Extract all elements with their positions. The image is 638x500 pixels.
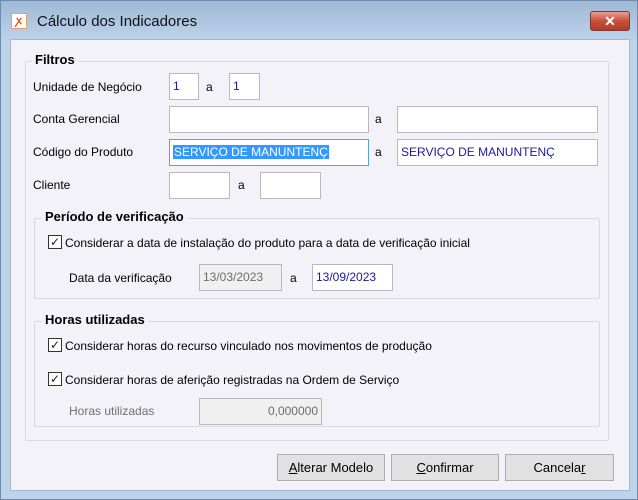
cliente-to-input[interactable]	[260, 172, 321, 199]
produto-to-input[interactable]: SERVIÇO DE MANUNTENÇ	[397, 139, 598, 166]
range-separator: a	[206, 80, 213, 94]
horas-afericao-label: Considerar horas de aferição registradas…	[65, 373, 400, 387]
filters-title: Filtros	[32, 52, 78, 67]
unidade-label: Unidade de Negócio	[33, 80, 142, 94]
date-label: Data da verificação	[69, 271, 172, 285]
button-label: lterar Modelo	[297, 460, 374, 475]
conta-to-input[interactable]	[397, 106, 598, 133]
horas-recurso-label: Considerar horas do recurso vinculado no…	[65, 339, 432, 353]
range-separator: a	[238, 178, 245, 192]
periodo-checkbox[interactable]: ✓	[48, 235, 62, 249]
periodo-checkbox-label: Considerar a data de instalação do produ…	[65, 236, 470, 250]
cancelar-button[interactable]: Cancelar	[505, 454, 614, 481]
alterar-modelo-button[interactable]: Alterar Modelo	[277, 454, 385, 481]
window-title: Cálculo dos Indicadores	[37, 13, 198, 30]
close-button[interactable]: ✕	[590, 11, 630, 31]
dialog-window: ꭗ Cálculo dos Indicadores ✕ Filtros Unid…	[0, 0, 638, 500]
range-separator: a	[375, 112, 382, 126]
date-to-input[interactable]: 13/09/2023	[312, 264, 393, 291]
mnemonic: C	[416, 460, 426, 475]
horas-title: Horas utilizadas	[42, 312, 148, 327]
button-label: Cancela	[533, 460, 582, 475]
horas-recurso-checkbox[interactable]: ✓	[48, 338, 62, 352]
conta-label: Conta Gerencial	[33, 112, 120, 126]
date-from-input[interactable]: 13/03/2023	[199, 264, 282, 291]
unidade-from-input[interactable]: 1	[169, 73, 199, 100]
app-logo-icon: ꭗ	[11, 13, 27, 29]
periodo-title: Período de verificação	[42, 209, 187, 224]
unidade-to-input[interactable]: 1	[229, 73, 260, 100]
button-label: onfirmar	[425, 460, 474, 475]
cliente-from-input[interactable]	[169, 172, 230, 199]
range-separator: a	[290, 271, 297, 285]
mnemonic: r	[581, 460, 586, 475]
horas-afericao-checkbox[interactable]: ✓	[48, 372, 62, 386]
cliente-label: Cliente	[33, 178, 71, 192]
close-icon: ✕	[604, 13, 616, 29]
conta-from-input[interactable]	[169, 106, 369, 133]
horas-field-label: Horas utilizadas	[69, 404, 155, 418]
produto-label: Código do Produto	[33, 145, 134, 159]
produto-from-input[interactable]: SERVIÇO DE MANUNTENÇ	[169, 139, 369, 166]
range-separator: a	[375, 145, 382, 159]
horas-utilizadas-input[interactable]: 0,000000	[199, 398, 322, 425]
confirmar-button[interactable]: Confirmar	[391, 454, 499, 481]
selected-text: SERVIÇO DE MANUNTENÇ	[173, 145, 329, 159]
